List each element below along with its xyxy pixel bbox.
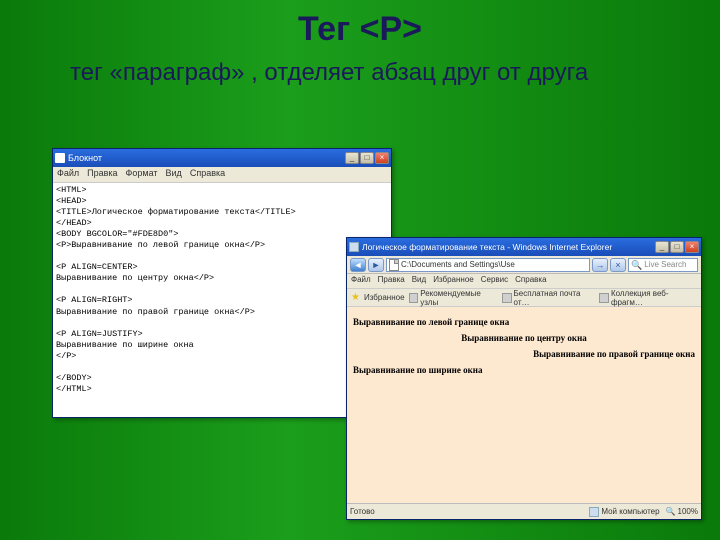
slide-subtitle: тег «параграф» , отделяет абзац друг от … — [0, 49, 720, 88]
security-zone[interactable]: Мой компьютер — [589, 507, 659, 517]
search-input[interactable]: 🔍 Live Search — [628, 258, 698, 272]
notepad-title: Блокнот — [68, 153, 102, 163]
menu-item[interactable]: Справка — [515, 275, 546, 287]
notepad-titlebar[interactable]: Блокнот _ □ × — [53, 149, 391, 167]
maximize-button[interactable]: □ — [670, 241, 684, 253]
search-placeholder: Live Search — [644, 259, 686, 271]
notepad-icon — [55, 153, 65, 163]
paragraph-justify: Выравнивание по ширине окна — [353, 365, 695, 375]
browser-menubar[interactable]: Файл Правка Вид Избранное Сервис Справка — [347, 274, 701, 289]
computer-icon — [589, 507, 599, 517]
menu-item[interactable]: Правка — [87, 168, 117, 181]
browser-statusbar: Готово Мой компьютер 🔍100% — [347, 503, 701, 519]
close-button[interactable]: × — [375, 152, 389, 164]
menu-item[interactable]: Сервис — [481, 275, 508, 287]
address-input[interactable]: C:\Documents and Settings\Use — [386, 258, 590, 272]
menu-item[interactable]: Вид — [166, 168, 182, 181]
browser-viewport: Выравнивание по левой границе окна Вырав… — [347, 307, 701, 503]
menu-item[interactable]: Файл — [351, 275, 371, 287]
paragraph-left: Выравнивание по левой границе окна — [353, 317, 695, 327]
browser-addressbar-row: ◄ ► C:\Documents and Settings\Use → × 🔍 … — [347, 256, 701, 274]
minimize-button[interactable]: _ — [655, 241, 669, 253]
browser-title: Логическое форматирование текста - Windo… — [362, 242, 612, 252]
zoom-icon: 🔍 — [666, 507, 676, 516]
menu-item[interactable]: Вид — [412, 275, 426, 287]
paragraph-center: Выравнивание по центру окна — [353, 333, 695, 343]
refresh-button[interactable]: × — [610, 258, 626, 272]
menu-item[interactable]: Формат — [126, 168, 158, 181]
toolbar-link[interactable]: Коллекция веб-фрагм… — [599, 289, 697, 307]
notepad-textarea[interactable]: <HTML> <HEAD> <TITLE>Логическое форматир… — [53, 183, 391, 417]
favorites-icon[interactable]: ★ — [351, 292, 360, 303]
back-button[interactable]: ◄ — [350, 258, 366, 272]
status-text: Готово — [350, 507, 375, 516]
notepad-window: Блокнот _ □ × Файл Правка Формат Вид Спр… — [52, 148, 392, 418]
browser-window: Логическое форматирование текста - Windo… — [346, 237, 702, 520]
file-icon — [389, 259, 399, 271]
toolbar-link[interactable]: Рекомендуемые узлы — [409, 289, 498, 307]
slide-title: Тег <P> — [0, 0, 720, 49]
minimize-button[interactable]: _ — [345, 152, 359, 164]
link-icon — [502, 293, 512, 303]
toolbar-link[interactable]: Бесплатная почта от… — [502, 289, 595, 307]
link-icon — [599, 293, 609, 303]
ie-icon — [349, 242, 359, 252]
menu-item[interactable]: Справка — [190, 168, 225, 181]
favorites-label[interactable]: Избранное — [364, 293, 405, 302]
browser-toolbar: ★ Избранное Рекомендуемые узлы Бесплатна… — [347, 289, 701, 307]
menu-item[interactable]: Файл — [57, 168, 79, 181]
browser-titlebar[interactable]: Логическое форматирование текста - Windo… — [347, 238, 701, 256]
link-icon — [409, 293, 419, 303]
forward-button[interactable]: ► — [368, 258, 384, 272]
close-button[interactable]: × — [685, 241, 699, 253]
notepad-menubar[interactable]: Файл Правка Формат Вид Справка — [53, 167, 391, 183]
zoom-control[interactable]: 🔍100% — [666, 507, 698, 516]
go-button[interactable]: → — [592, 258, 608, 272]
menu-item[interactable]: Правка — [378, 275, 405, 287]
menu-item[interactable]: Избранное — [433, 275, 474, 287]
search-icon: 🔍 — [631, 259, 642, 271]
maximize-button[interactable]: □ — [360, 152, 374, 164]
address-text: C:\Documents and Settings\Use — [401, 259, 515, 271]
paragraph-right: Выравнивание по правой границе окна — [353, 349, 695, 359]
